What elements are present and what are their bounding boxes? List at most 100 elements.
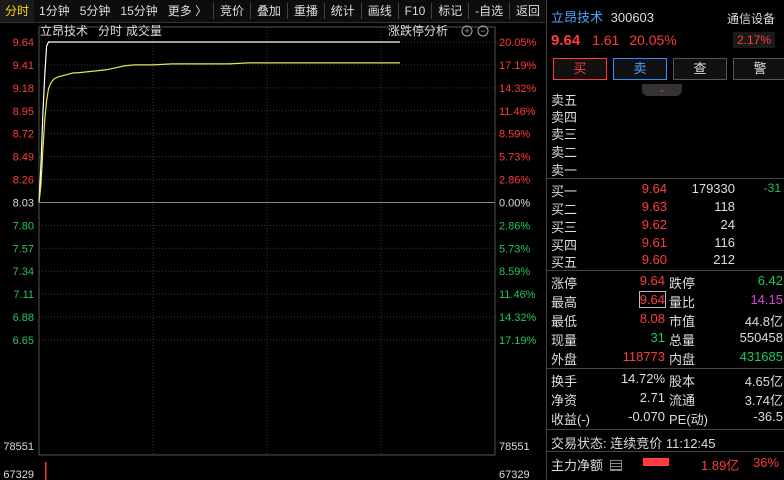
- price-tick-label: 6.65: [13, 335, 34, 347]
- f10-button[interactable]: F10: [400, 0, 431, 22]
- divider: [250, 3, 251, 19]
- main-netflow-row[interactable]: 主力净额 1.89亿 36%: [551, 455, 783, 474]
- volume-tick-label: 78551: [3, 441, 34, 453]
- stat-row: 净资 2.71 流通 3.74亿: [551, 390, 783, 409]
- auction-button[interactable]: 竞价: [215, 0, 249, 22]
- alert-button[interactable]: 警: [733, 58, 784, 80]
- divider: [547, 368, 784, 369]
- price-tick-label: 7.80: [13, 220, 34, 232]
- limit-analysis-label[interactable]: 涨跌停分析: [388, 23, 448, 38]
- stat-row: 收益(-) -0.070 PE(动) -36.5: [551, 409, 783, 428]
- zoom-out-icon[interactable]: −: [477, 25, 489, 37]
- tab-15min[interactable]: 15分钟: [115, 0, 162, 22]
- percent-tick-label: 2.86%: [499, 220, 530, 232]
- price-tick-label: 8.95: [13, 106, 34, 118]
- vol-ratio-label: 量比: [669, 295, 696, 310]
- volume-tick-label: 67329: [3, 469, 34, 480]
- chart-stock-name: 立昂技术: [40, 23, 88, 38]
- high-label: 最高: [551, 295, 578, 310]
- mark-button[interactable]: 标记: [433, 0, 467, 22]
- trade-status-value: 连续竞价 11:12:45: [610, 436, 716, 451]
- intraday-chart[interactable]: 9.64 9.41 9.18 8.95 8.72 8.49 8.26 8.03 7.80 7.57…: [0, 23, 545, 480]
- stock-header: 立昂技术 300603: [551, 7, 654, 26]
- divider: [547, 451, 784, 452]
- percent-tick-label: 8.59%: [499, 129, 530, 141]
- bid-change: -31: [763, 181, 781, 195]
- price-tick-label: 6.88: [13, 312, 34, 324]
- buy-button[interactable]: 买: [553, 58, 607, 80]
- stats-button[interactable]: 统计: [326, 0, 360, 22]
- netflow-pct: 36%: [752, 455, 779, 470]
- percent-tick-label: 14.32%: [499, 312, 537, 324]
- divider: [547, 178, 784, 179]
- chart-grid: [38, 26, 496, 456]
- netflow-amount: 1.89亿: [701, 458, 740, 473]
- overlay-button[interactable]: 叠加: [252, 0, 286, 22]
- bid-price: 9.61: [641, 235, 667, 250]
- volume-bar: [45, 462, 47, 480]
- price-tick-label: 9.18: [13, 83, 34, 95]
- float-label: 流通: [669, 393, 696, 408]
- bid-volume: 212: [713, 252, 735, 267]
- divider: [547, 270, 784, 271]
- total-vol-value: 550458: [739, 330, 783, 345]
- nav-value: 2.71: [639, 390, 665, 405]
- bid-volume: 179330: [691, 181, 735, 196]
- list-icon[interactable]: [609, 460, 622, 472]
- netflow-label: 主力净额: [551, 458, 604, 473]
- chart-canvas[interactable]: 9.64 9.41 9.18 8.95 8.72 8.49 8.26 8.03 7.80 7.57…: [0, 23, 545, 480]
- price-change-pct: 20.05%: [629, 32, 677, 48]
- price-summary: 9.64 1.61 20.05%: [551, 32, 683, 49]
- tab-1min[interactable]: 1分钟: [34, 0, 75, 22]
- average-line: [38, 62, 400, 203]
- divider: [431, 3, 433, 19]
- replay-button[interactable]: 重播: [289, 0, 323, 22]
- bid-price: 9.62: [641, 217, 667, 232]
- stock-name[interactable]: 立昂技术: [551, 10, 603, 25]
- trade-status-label: 交易状态:: [551, 436, 607, 451]
- divider: [286, 3, 288, 19]
- divider: [547, 429, 784, 430]
- price-line: [38, 41, 400, 203]
- industry-label[interactable]: 通信设备: [727, 10, 775, 27]
- ask-label: 卖三: [551, 127, 578, 142]
- total-vol-label: 总量: [669, 333, 696, 348]
- percent-tick-label: 17.19%: [499, 60, 537, 72]
- stat-row: 最低 8.08 市值 44.8亿: [551, 311, 783, 330]
- query-button[interactable]: 查: [673, 58, 727, 80]
- percent-tick-label: 17.19%: [499, 335, 537, 347]
- watchlist-button[interactable]: -自选: [470, 0, 508, 22]
- collapse-chevron-icon[interactable]: ⌄: [642, 84, 682, 96]
- volume-axis: 78551 78551 67329 67329: [3, 441, 529, 480]
- zoom-in-icon[interactable]: +: [461, 25, 473, 37]
- trade-buttons: 买 卖 查 警: [553, 58, 784, 80]
- outer-value: 118773: [622, 349, 665, 364]
- divider: [213, 3, 214, 19]
- percent-tick-label: 11.46%: [499, 106, 536, 118]
- sell-button[interactable]: 卖: [613, 58, 667, 80]
- divider: [468, 3, 470, 19]
- svg-text:+: +: [464, 26, 469, 36]
- price-tick-label: 7.11: [13, 289, 34, 301]
- inner-value: 431685: [739, 349, 783, 364]
- back-button[interactable]: 返回: [511, 0, 545, 22]
- chart-mode-label: 分时: [98, 24, 122, 38]
- price-tick-label: 7.57: [13, 243, 34, 255]
- bid-label: 买三: [551, 220, 578, 235]
- quote-panel: 立昂技术 300603 通信设备 9.64 1.61 20.05% 2.17% …: [546, 0, 784, 480]
- stat-row: 最高 9.64 量比 14.15: [551, 291, 783, 311]
- limit-up-value: 9.64: [639, 273, 665, 288]
- turnover-value: 14.72%: [620, 371, 665, 386]
- percent-tick-label: 8.59%: [499, 266, 530, 278]
- draw-button[interactable]: 画线: [363, 0, 397, 22]
- mktcap-value: 44.8亿: [744, 314, 783, 329]
- percent-tick-label: 20.05%: [499, 37, 537, 49]
- ask-label: 卖二: [551, 145, 578, 160]
- tab-5min[interactable]: 5分钟: [75, 0, 116, 22]
- tab-intraday[interactable]: 分时: [0, 0, 35, 22]
- chart-toolbar: 分时 1分钟 5分钟 15分钟 更多 〉 竞价 叠加 重播 统计 画线 F10 …: [0, 0, 545, 23]
- outer-label: 外盘: [551, 352, 578, 367]
- volume-tick-label: 78551: [499, 441, 530, 453]
- nav-label: 净资: [551, 393, 578, 408]
- tab-more[interactable]: 更多 〉: [163, 0, 212, 22]
